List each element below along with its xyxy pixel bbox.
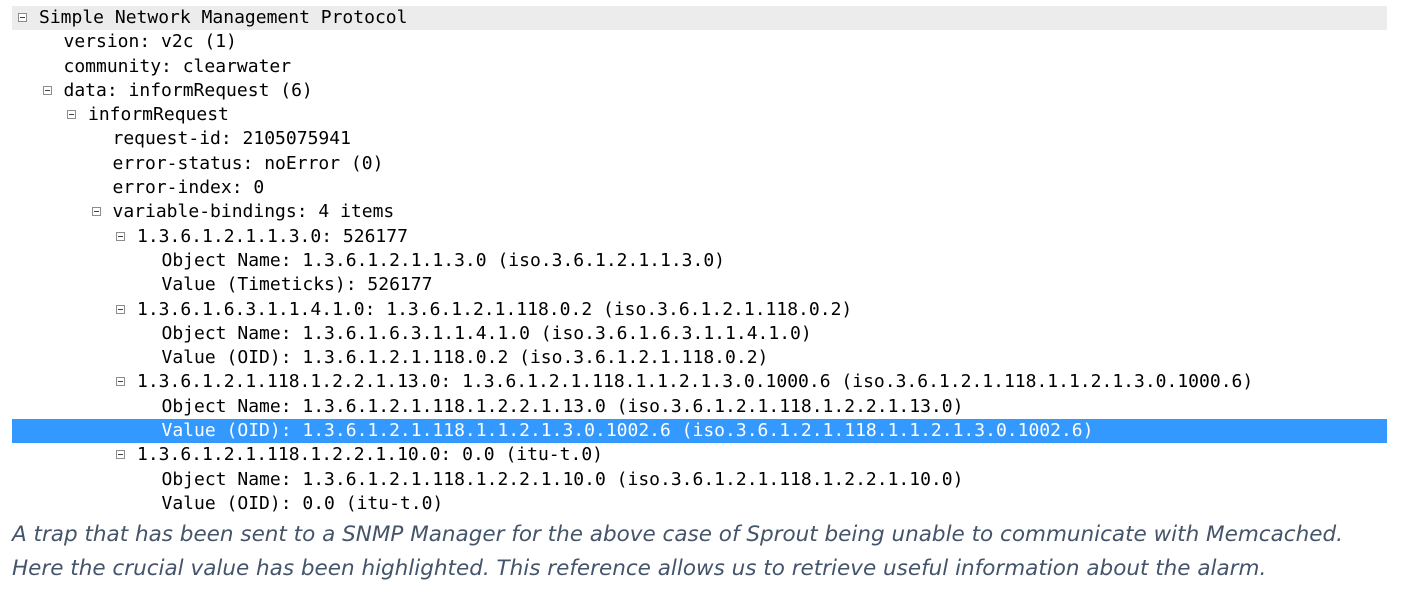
tree-row-label: error-status: noError (0) <box>112 152 384 174</box>
tree-row-label: request-id: 2105075941 <box>112 128 351 150</box>
tree-row[interactable]: 1.3.6.1.2.1.118.1.2.2.1.10.0: 0.0 (itu-t… <box>12 443 1387 467</box>
caption-line-2: Here the crucial value has been highligh… <box>12 556 1267 581</box>
tree-row[interactable]: data: informRequest (6) <box>12 79 1387 103</box>
collapse-box-icon[interactable] <box>116 304 125 314</box>
tree-row[interactable]: Simple Network Management Protocol <box>12 6 1387 31</box>
tree-row[interactable]: version: v2c (1) <box>12 30 1387 54</box>
tree-row[interactable]: error-status: noError (0) <box>12 152 1387 176</box>
tree-row-label: 1.3.6.1.6.3.1.1.4.1.0: 1.3.6.1.2.1.118.0… <box>137 298 853 320</box>
tree-row[interactable]: Value (OID): 0.0 (itu-t.0) <box>12 492 1387 516</box>
tree-row-label: informRequest <box>88 104 229 126</box>
tree-row[interactable]: request-id: 2105075941 <box>12 127 1387 151</box>
tree-row[interactable]: Object Name: 1.3.6.1.6.3.1.1.4.1.0 (iso.… <box>12 322 1387 346</box>
tree-row-label: error-index: 0 <box>112 177 265 199</box>
tree-row-label: 1.3.6.1.2.1.118.1.2.2.1.10.0: 0.0 (itu-t… <box>137 444 603 466</box>
tree-row[interactable]: Object Name: 1.3.6.1.2.1.1.3.0 (iso.3.6.… <box>12 249 1387 273</box>
collapse-box-icon[interactable] <box>42 85 52 95</box>
tree-row[interactable]: Value (Timeticks): 526177 <box>12 273 1387 297</box>
tree-row[interactable]: Value (OID): 1.3.6.1.2.1.118.1.1.2.1.3.0… <box>12 419 1387 444</box>
tree-row[interactable]: 1.3.6.1.2.1.118.1.2.2.1.13.0: 1.3.6.1.2.… <box>12 370 1387 394</box>
tree-row[interactable]: community: clearwater <box>12 55 1387 79</box>
collapse-box-icon[interactable] <box>18 13 27 22</box>
collapse-box-icon[interactable] <box>116 450 125 460</box>
tree-row-label: variable-bindings: 4 items <box>112 201 395 223</box>
tree-row-label: Object Name: 1.3.6.1.2.1.118.1.2.2.1.10.… <box>161 468 964 490</box>
tree-row-label: community: clearwater <box>63 55 292 77</box>
collapse-box-icon[interactable] <box>67 110 76 120</box>
tree-row[interactable]: informRequest <box>12 103 1387 127</box>
tree-row-label: 1.3.6.1.2.1.1.3.0: 526177 <box>137 225 408 247</box>
collapse-box-icon[interactable] <box>116 377 125 387</box>
caption-line-1: A trap that has been sent to a SNMP Mana… <box>12 522 1343 547</box>
tree-row[interactable]: Object Name: 1.3.6.1.2.1.118.1.2.2.1.13.… <box>12 395 1387 419</box>
tree-row-label: Value (OID): 0.0 (itu-t.0) <box>161 492 444 514</box>
collapse-box-icon[interactable] <box>116 231 125 241</box>
tree-row[interactable]: 1.3.6.1.6.3.1.1.4.1.0: 1.3.6.1.2.1.118.0… <box>12 298 1387 322</box>
tree-row-label: version: v2c (1) <box>63 31 237 53</box>
tree-row-label: 1.3.6.1.2.1.118.1.2.2.1.13.0: 1.3.6.1.2.… <box>137 371 1254 393</box>
tree-row[interactable]: error-index: 0 <box>12 176 1387 200</box>
collapse-box-icon[interactable] <box>91 207 101 217</box>
tree-row-label: Value (OID): 1.3.6.1.2.1.118.0.2 (iso.3.… <box>161 347 769 369</box>
tree-row-label: Value (OID): 1.3.6.1.2.1.118.1.1.2.1.3.0… <box>161 420 1094 442</box>
tree-row[interactable]: 1.3.6.1.2.1.1.3.0: 526177 <box>12 225 1387 249</box>
tree-row-label: Object Name: 1.3.6.1.2.1.1.3.0 (iso.3.6.… <box>161 249 726 271</box>
tree-row[interactable]: Object Name: 1.3.6.1.2.1.118.1.2.2.1.10.… <box>12 468 1387 492</box>
tree-row[interactable]: variable-bindings: 4 items <box>12 200 1387 224</box>
packet-details-tree: Simple Network Management Protocol versio… <box>12 6 1387 516</box>
figure-caption: A trap that has been sent to a SNMP Mana… <box>12 518 1392 586</box>
tree-row-label: Simple Network Management Protocol <box>39 7 408 28</box>
tree-row-label: Value (Timeticks): 526177 <box>161 274 433 296</box>
tree-row-label: Object Name: 1.3.6.1.2.1.118.1.2.2.1.13.… <box>161 395 964 417</box>
tree-row[interactable]: Value (OID): 1.3.6.1.2.1.118.0.2 (iso.3.… <box>12 346 1387 370</box>
tree-row-label: data: informRequest (6) <box>63 79 313 101</box>
tree-row-label: Object Name: 1.3.6.1.6.3.1.1.4.1.0 (iso.… <box>161 322 812 344</box>
